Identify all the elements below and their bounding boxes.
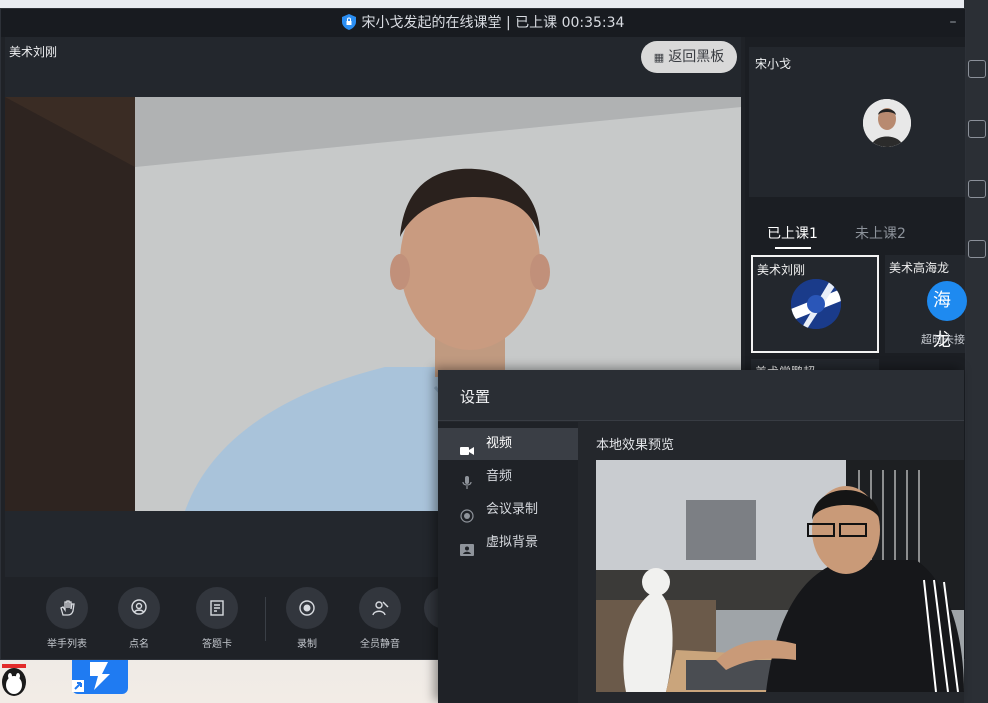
student-tile[interactable]: 美术高海龙 海龙 超时未接 <box>885 255 967 353</box>
board-icon: ▦ <box>653 51 665 64</box>
avatar <box>863 99 911 147</box>
teacher-video-tile[interactable]: 宋小戈 <box>749 47 965 197</box>
tool-label: 全员静音 <box>360 639 400 650</box>
mute-all-button[interactable]: 全员静音 <box>350 587 410 650</box>
call-status: 超时未接 <box>921 333 965 346</box>
roll-call-button[interactable]: 点名 <box>109 587 169 650</box>
tool-icon[interactable] <box>968 240 986 258</box>
nav-item-video[interactable]: 视频 <box>438 428 578 460</box>
back-to-board-button[interactable]: ▦ 返回黑板 <box>641 41 737 73</box>
local-camera-preview <box>596 460 964 692</box>
window-title: 宋小戈发起的在线课堂 | 已上课 00:35:34 <box>1 9 965 37</box>
tab-attended[interactable]: 已上课1 <box>767 223 818 243</box>
settings-header[interactable]: 设置 <box>438 370 964 421</box>
settings-dialog: 设置 视频 音频 会议录制 虚拟背景 本地效果预览 <box>438 370 964 703</box>
tab-not-attended[interactable]: 未上课2 <box>855 223 906 243</box>
qq-penguin-icon[interactable] <box>0 658 32 698</box>
preview-title: 本地效果预览 <box>596 438 675 453</box>
tool-icon[interactable] <box>968 60 986 78</box>
record-icon <box>286 587 328 629</box>
student-name: 美术刘刚 <box>757 263 806 277</box>
tool-icon[interactable] <box>968 180 986 198</box>
tool-label: 答题卡 <box>202 639 232 650</box>
nav-label: 视频 <box>486 436 513 451</box>
title-bar[interactable]: 宋小戈发起的在线课堂 | 已上课 00:35:34 – <box>1 9 965 37</box>
nav-label: 会议录制 <box>486 502 539 517</box>
nav-label: 音频 <box>486 469 513 484</box>
avatar <box>791 279 841 329</box>
shield-lock-icon <box>341 12 356 30</box>
answer-card-button[interactable]: 答题卡 <box>187 587 247 650</box>
raise-hand-list-button[interactable]: 举手列表 <box>37 587 97 650</box>
settings-nav: 视频 音频 会议录制 虚拟背景 <box>438 422 578 703</box>
attendance-tabs: 已上课1 未上课2 <box>745 219 965 249</box>
answer-card-icon <box>196 587 238 629</box>
minimize-button[interactable]: – <box>945 9 961 37</box>
camera-icon <box>460 438 474 455</box>
roll-call-icon <box>118 587 160 629</box>
app-shortcut-icon[interactable] <box>72 654 128 694</box>
nav-label: 虚拟背景 <box>486 535 539 550</box>
student-name: 美术高海龙 <box>889 261 950 275</box>
speaker-name: 美术刘刚 <box>9 45 58 59</box>
mic-icon <box>460 471 474 489</box>
mute-all-icon <box>359 587 401 629</box>
nav-item-virtual-background[interactable]: 虚拟背景 <box>438 527 578 559</box>
tool-label: 点名 <box>129 639 149 650</box>
record-button[interactable]: 录制 <box>277 587 337 650</box>
record-icon <box>460 504 474 523</box>
settings-title: 设置 <box>460 388 491 406</box>
nav-item-recording[interactable]: 会议录制 <box>438 494 578 526</box>
tool-label: 举手列表 <box>47 639 87 650</box>
tool-label: 录制 <box>297 639 317 650</box>
teacher-name: 宋小戈 <box>755 57 792 71</box>
nav-item-audio[interactable]: 音频 <box>438 461 578 493</box>
window-title-text: 宋小戈发起的在线课堂 | 已上课 00:35:34 <box>361 15 625 31</box>
student-tile[interactable]: 美术刘刚 <box>751 255 879 353</box>
desktop-right-toolbar <box>964 0 988 703</box>
portrait-icon <box>460 537 474 556</box>
avatar: 海龙 <box>927 281 967 351</box>
active-tab-indicator <box>775 247 811 249</box>
tool-icon[interactable] <box>968 120 986 138</box>
raise-hand-icon <box>46 587 88 629</box>
toolbar-divider <box>265 597 266 641</box>
